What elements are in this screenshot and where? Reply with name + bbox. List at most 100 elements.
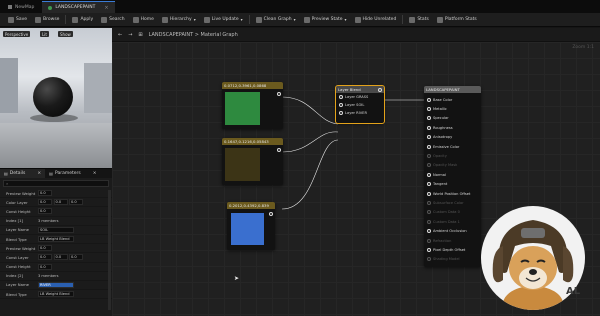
input-pin-row[interactable]: Layer GRASS — [336, 93, 384, 101]
input-pin[interactable] — [427, 154, 431, 159]
show-button[interactable]: Show — [58, 31, 73, 37]
constant-node-green[interactable]: 0.0712,0.3961,0.0868 — [222, 82, 283, 129]
property-field[interactable]: 0.0 — [53, 199, 68, 206]
material-input-pin-row[interactable]: Shading Model — [424, 255, 481, 264]
layer-name-field[interactable]: SOIL — [38, 226, 74, 233]
input-pin[interactable] — [427, 210, 431, 215]
save-button[interactable]: Save — [4, 14, 31, 25]
input-pin[interactable] — [427, 125, 431, 130]
property-field[interactable]: 0.0 — [38, 190, 52, 197]
property-label: Layer Name — [6, 227, 29, 233]
preview-state-button[interactable]: Preview State ▾ — [300, 14, 351, 25]
tab-details[interactable]: ▤ Details × — [0, 169, 46, 178]
input-pin[interactable] — [427, 107, 431, 112]
input-pin[interactable] — [427, 116, 431, 121]
blend-type-select[interactable]: LB Weight Blend — [38, 291, 74, 298]
search-button[interactable]: Search — [97, 14, 128, 25]
blend-type-select[interactable]: LB Weight Blend — [38, 236, 74, 243]
close-icon[interactable]: × — [93, 171, 97, 176]
material-input-pin-row[interactable]: Opacity — [424, 151, 481, 160]
input-pin[interactable] — [339, 111, 343, 115]
material-input-pin-row[interactable]: Base Color — [424, 95, 481, 104]
platform-stats-button[interactable]: Platform Stats — [433, 14, 481, 25]
back-arrow-icon[interactable]: ← — [118, 32, 122, 38]
pin-label: Ambient Occlusion — [433, 229, 467, 234]
property-list: Preview Weight 0.0 Color Layer 0.0 0.0 0.0 C… — [0, 189, 112, 300]
tab-newmap[interactable]: NewMap — [2, 1, 40, 13]
graph-header: ← → ⊞ LANDSCAPEPAINT > Material Graph — [112, 28, 600, 42]
input-pin[interactable] — [427, 238, 431, 243]
property-field[interactable]: 0.0 — [38, 199, 52, 206]
live-update-button[interactable]: Live Update ▾ — [200, 14, 247, 25]
input-pin[interactable] — [427, 191, 431, 196]
layer-name-field[interactable]: RIVER — [38, 281, 74, 288]
pin-label: Opacity — [433, 154, 447, 159]
hide-unrelated-button[interactable]: Hide Unrelated — [351, 14, 401, 25]
property-field[interactable]: 0.0 — [38, 263, 52, 270]
input-pin[interactable] — [427, 219, 431, 224]
property-field[interactable]: 0.0 — [38, 208, 52, 215]
lit-button[interactable]: Lit — [40, 31, 49, 37]
material-input-pin-row[interactable]: Opacity Mask — [424, 161, 481, 170]
tab-parameters[interactable]: ▤ Parameters × — [45, 169, 100, 178]
input-pin[interactable] — [427, 257, 431, 262]
property-label: Preview Weight — [6, 245, 36, 251]
browse-button[interactable]: Browse — [31, 14, 63, 25]
material-input-pin-row[interactable]: Pixel Depth Offset — [424, 245, 481, 254]
material-input-pin-row[interactable]: Metallic — [424, 104, 481, 113]
home-button[interactable]: Home — [129, 14, 158, 25]
input-pin-row[interactable]: Layer RIVER — [336, 109, 384, 117]
details-search-input[interactable]: ⌕ — [3, 180, 109, 187]
preview-viewport[interactable]: Perspective Lit Show — [0, 28, 112, 168]
input-pin[interactable] — [427, 229, 431, 234]
output-pin[interactable] — [277, 92, 281, 96]
material-input-pin-row[interactable]: Refraction — [424, 236, 481, 245]
hierarchy-button[interactable]: Hierarchy ▾ — [158, 14, 200, 25]
output-pin[interactable] — [378, 87, 382, 92]
material-input-pin-row[interactable]: Custom Data 0 — [424, 208, 481, 217]
property-label: Index [2] — [6, 273, 24, 279]
details-scrollbar[interactable] — [108, 190, 111, 310]
material-input-pin-row[interactable]: Custom Data 1 — [424, 217, 481, 226]
input-pin[interactable] — [427, 200, 431, 205]
property-row: Const Height 0.0 — [0, 207, 112, 217]
close-icon[interactable]: × — [37, 171, 41, 176]
output-pin[interactable] — [277, 148, 281, 152]
property-field[interactable]: 0.0 — [69, 199, 83, 206]
tab-landscapepaint[interactable]: LANDSCAPEPAINT × — [42, 1, 115, 13]
input-pin[interactable] — [427, 247, 431, 252]
input-pin[interactable] — [339, 95, 343, 99]
clean-graph-button[interactable]: Clean Graph ▾ — [252, 14, 300, 25]
input-pin[interactable] — [427, 172, 431, 177]
constant-node-blue[interactable]: 0.2012,0.4392,0.839 — [227, 202, 275, 250]
stats-button[interactable]: Stats — [405, 14, 433, 25]
input-pin[interactable] — [339, 103, 343, 107]
property-field[interactable]: 0.0 — [38, 245, 52, 252]
layer-blend-node[interactable]: Layer Blend Layer GRASS Layer SOIL Layer… — [335, 85, 385, 124]
forward-arrow-icon[interactable]: → — [128, 32, 132, 38]
material-input-pin-row[interactable]: World Position Offset — [424, 189, 481, 198]
constant-node-brown[interactable]: 0.1647,0.1216,0.05843 — [222, 138, 283, 185]
output-pin[interactable] — [269, 212, 273, 216]
material-input-pin-row[interactable]: Emissive Color — [424, 142, 481, 151]
perspective-button[interactable]: Perspective — [3, 31, 31, 37]
material-input-pin-row[interactable]: Roughness — [424, 123, 481, 132]
property-field[interactable]: 0.0 — [69, 254, 83, 261]
material-input-pin-row[interactable]: Subsurface Color — [424, 198, 481, 207]
input-pin[interactable] — [427, 182, 431, 187]
close-icon[interactable]: × — [104, 5, 108, 11]
input-pin-row[interactable]: Layer SOIL — [336, 101, 384, 109]
material-input-pin-row[interactable]: Tangent — [424, 180, 481, 189]
input-pin[interactable] — [427, 97, 431, 102]
apply-button[interactable]: Apply — [68, 14, 97, 25]
material-input-pin-row[interactable]: Normal — [424, 170, 481, 179]
input-pin[interactable] — [427, 135, 431, 140]
material-output-node[interactable]: LANDSCAPEPAINT Base Color Metallic Specula… — [424, 86, 481, 267]
material-input-pin-row[interactable]: Ambient Occlusion — [424, 226, 481, 235]
property-field[interactable]: 0.0 — [53, 254, 68, 261]
property-field[interactable]: 0.0 — [38, 254, 52, 261]
material-input-pin-row[interactable]: Specular — [424, 114, 481, 123]
input-pin[interactable] — [427, 144, 431, 149]
input-pin[interactable] — [427, 163, 431, 168]
material-input-pin-row[interactable]: Anisotropy — [424, 133, 481, 142]
